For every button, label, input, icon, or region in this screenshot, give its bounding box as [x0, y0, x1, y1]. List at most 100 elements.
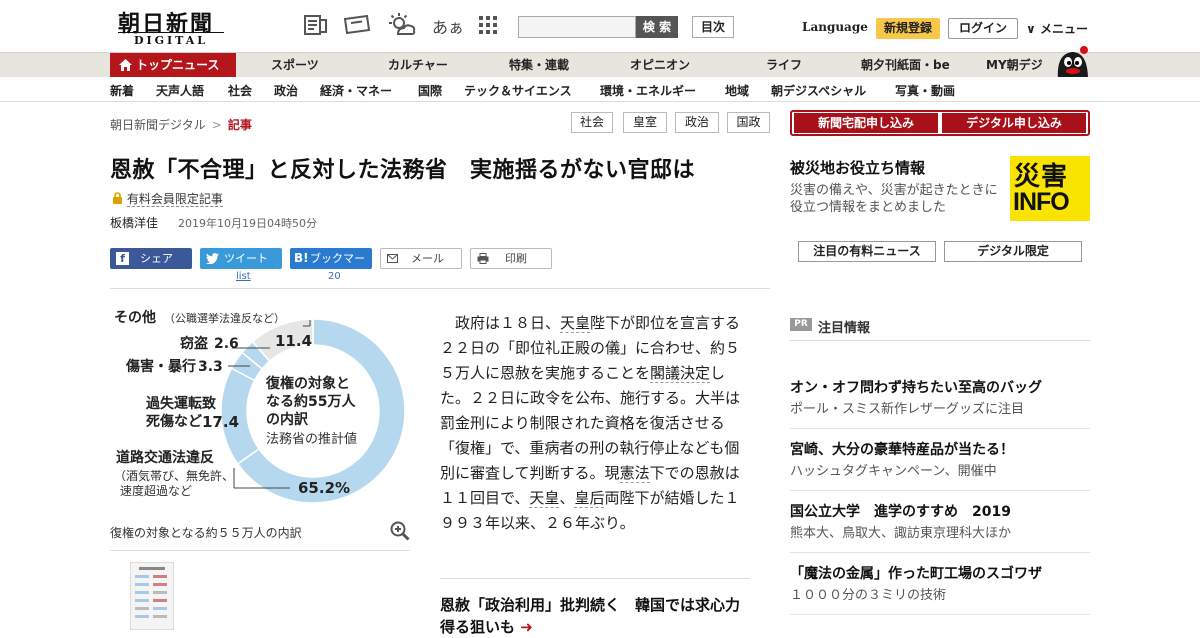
- disaster-info-logo[interactable]: 災害 INFO: [1010, 156, 1090, 221]
- breadcrumb-home[interactable]: 朝日新聞デジタル: [110, 118, 206, 132]
- chart-caption: 復権の対象となる約５５万人の内訳: [110, 526, 302, 540]
- breadcrumb-separator: >: [211, 118, 222, 132]
- keyword-link[interactable]: 憲法: [619, 464, 650, 483]
- tag-imperial[interactable]: 皇室: [623, 112, 667, 133]
- tag-politics[interactable]: 政治: [675, 112, 719, 133]
- premium-news-button[interactable]: 注目の有料ニュース: [798, 241, 936, 262]
- related-article-link[interactable]: 恩赦「政治利用」批判続く 韓国では求心力得る狙いも ➜: [440, 594, 750, 638]
- tag-society[interactable]: 社会: [571, 112, 613, 133]
- breadcrumb: 朝日新聞デジタル > 記事: [110, 116, 252, 133]
- nav-item-my-asadigi[interactable]: MY朝デジ: [986, 53, 1043, 78]
- weather-icon[interactable]: [386, 12, 416, 38]
- newspaper-delivery-button[interactable]: 新聞宅配申し込み: [794, 113, 938, 133]
- nav-label: トップニュース: [136, 58, 220, 72]
- chart-value-assault: 3.3: [198, 359, 223, 375]
- register-button[interactable]: 新規登録: [876, 18, 940, 39]
- chart-value-other: 11.4: [275, 332, 312, 350]
- related-article-title: 恩赦「政治利用」批判続く 韓国では求心力得る狙いも: [440, 596, 741, 636]
- language-link[interactable]: Language: [802, 20, 868, 34]
- members-only-label[interactable]: 有料会員限定記事: [112, 190, 223, 207]
- subnav-item-politics[interactable]: 政治: [274, 82, 298, 99]
- tweet-button[interactable]: ツイート: [200, 248, 282, 269]
- nav-item-life[interactable]: ライフ: [766, 53, 802, 78]
- chart-label-traffic: 道路交通法違反: [116, 449, 214, 466]
- facebook-share-button[interactable]: f シェア: [110, 248, 192, 269]
- sub-nav: 新着 天声人語 社会 政治 経済・マネー 国際 テック＆サイエンス 環境・エネル…: [0, 77, 1200, 102]
- subnav-item-new[interactable]: 新着: [110, 82, 134, 99]
- nav-item-top-news[interactable]: トップニュース: [110, 53, 236, 78]
- pr-item[interactable]: 宮崎、大分の豪華特産品が当たる！ ハッシュタグキャンペーン、開催中: [790, 440, 1090, 482]
- pr-item-subtitle: 熊本大、鳥取大、諏訪東京理科大ほか: [790, 526, 1012, 541]
- subnav-item-region[interactable]: 地域: [725, 82, 749, 99]
- search-input[interactable]: [518, 16, 636, 38]
- hatena-bookmark-count[interactable]: 20: [328, 271, 341, 282]
- nav-item-opinion[interactable]: オピニオン: [630, 53, 690, 78]
- tweet-list-link[interactable]: list: [236, 271, 251, 282]
- chart-label-other-note: （公職選挙法違反など）: [164, 311, 285, 325]
- grid-menu-icon[interactable]: [478, 15, 498, 35]
- disaster-info-title[interactable]: 被災地お役立ち情報: [790, 157, 925, 178]
- tag-national[interactable]: 国政: [727, 112, 770, 133]
- subnav-item-tech[interactable]: テック＆サイエンス: [464, 82, 572, 99]
- chart-subtitle: 法務省の推計値: [266, 431, 357, 447]
- subnav-item-society[interactable]: 社会: [228, 82, 252, 99]
- zoom-icon[interactable]: [390, 521, 410, 541]
- mascot-icon: [1057, 46, 1088, 80]
- divider: [790, 340, 1090, 341]
- print-button[interactable]: 印刷: [470, 248, 552, 269]
- keyword-link[interactable]: 皇后: [574, 489, 605, 508]
- hatena-bookmark-button[interactable]: B! ブックマーク: [290, 248, 372, 286]
- digital-signup-button[interactable]: デジタル申し込み: [942, 113, 1086, 133]
- subnav-item-environment[interactable]: 環境・エネルギー: [600, 82, 696, 99]
- ticket-icon[interactable]: [342, 12, 372, 38]
- keyword-link[interactable]: 天皇: [529, 489, 560, 508]
- chart-value-theft: 2.6: [214, 336, 239, 352]
- pr-item-subtitle: ハッシュタグキャンペーン、開催中: [790, 464, 997, 479]
- login-button[interactable]: ログイン: [948, 18, 1018, 39]
- pr-item[interactable]: オン・オフ問わず持ちたい至高のバッグ ポール・スミス新作レザーグッズに注目: [790, 378, 1090, 420]
- chart-label-negligent: 死傷など: [145, 413, 202, 430]
- search-button[interactable]: 検 索: [636, 16, 678, 38]
- pr-item[interactable]: 国公立大学 進学のすすめ 2019 熊本大、鳥取大、諏訪東京理科大ほか: [790, 502, 1090, 544]
- arrow-right-icon: ➜: [520, 618, 533, 636]
- subnav-item-tensei[interactable]: 天声人語: [156, 82, 204, 99]
- divider: [790, 428, 1090, 429]
- subnav-item-international[interactable]: 国際: [418, 82, 442, 99]
- pr-item[interactable]: 「魔法の金属」作った町工場のスゴワザ １０００分の３ミリの技術: [790, 564, 1090, 606]
- newspaper-icon[interactable]: [302, 12, 328, 38]
- menu-button[interactable]: ∨ メニュー: [1026, 20, 1088, 37]
- thumbnail-image: [135, 567, 167, 618]
- keyword-link[interactable]: 天皇: [560, 314, 591, 333]
- home-icon: [119, 59, 132, 71]
- nav-item-features[interactable]: 特集・連載: [509, 53, 569, 78]
- font-size-icon[interactable]: あぁ: [432, 14, 464, 38]
- chart-label-assault: 傷害・暴行: [125, 358, 196, 375]
- toc-button[interactable]: 目次: [692, 16, 734, 38]
- donut-chart: 復権の対象と なる約55万人 の内訳 法務省の推計値 その他 （公職選挙法違反な…: [114, 309, 406, 504]
- subnav-item-special[interactable]: 朝デジスペシャル: [771, 82, 866, 99]
- menu-label: メニュー: [1039, 22, 1088, 36]
- subnav-item-economy[interactable]: 経済・マネー: [320, 82, 392, 99]
- pardon-breakdown-chart[interactable]: 復権の対象と なる約55万人 の内訳 法務省の推計値 その他 （公職選挙法違反な…: [110, 300, 410, 505]
- chart-thumbnail[interactable]: [130, 562, 174, 630]
- pr-item-title: 国公立大学 進学のすすめ 2019: [790, 504, 1011, 520]
- site-logo-sub: DIGITAL: [118, 32, 224, 47]
- mail-button[interactable]: メール: [380, 248, 462, 269]
- pr-item-subtitle: ポール・スミス新作レザーグッズに注目: [790, 402, 1025, 417]
- chart-center-title: なる約55万人: [266, 393, 356, 410]
- chevron-down-icon: ∨: [1026, 22, 1036, 36]
- nav-item-culture[interactable]: カルチャー: [388, 53, 448, 78]
- nav-item-sports[interactable]: スポーツ: [271, 53, 319, 78]
- pr-item-title: オン・オフ問わず持ちたい至高のバッグ: [790, 380, 1042, 396]
- mail-label: メール: [411, 252, 444, 265]
- pr-section-title: 注目情報: [818, 321, 871, 336]
- nav-item-paper[interactable]: 朝夕刊紙面・be: [861, 53, 950, 78]
- facebook-share-label: シェア: [140, 252, 173, 265]
- divider: [790, 552, 1090, 553]
- print-icon: [477, 253, 489, 264]
- chart-label-traffic-note: 速度超過など: [120, 483, 192, 498]
- subnav-item-photo[interactable]: 写真・動画: [895, 82, 955, 99]
- keyword-link[interactable]: 閣議決定: [650, 364, 711, 383]
- digital-exclusive-button[interactable]: デジタル限定: [944, 241, 1082, 262]
- chart-value-traffic: 65.2%: [298, 479, 350, 497]
